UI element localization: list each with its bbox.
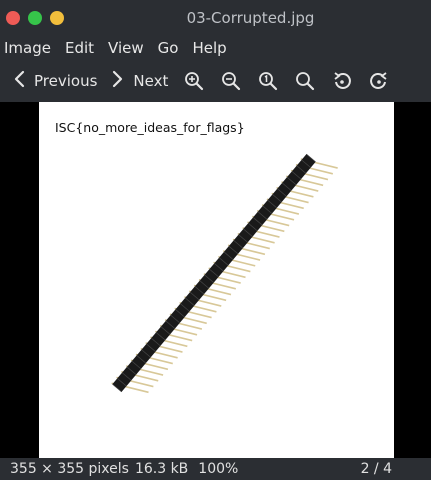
pin-header-picture xyxy=(111,153,338,394)
rotate-left-icon[interactable] xyxy=(330,69,354,93)
title-bar: 03-Corrupted.jpg xyxy=(0,0,431,36)
menu-edit[interactable]: Edit xyxy=(61,39,100,57)
displayed-image: ISC{no_more_ideas_for_flags} xyxy=(39,102,394,458)
zoom-fit-icon[interactable] xyxy=(293,69,317,93)
menu-view[interactable]: View xyxy=(104,39,150,57)
image-position: 2 / 4 xyxy=(360,461,392,477)
window-title: 03-Corrupted.jpg xyxy=(186,9,315,27)
zoom-level: 100% xyxy=(198,461,239,477)
menu-help[interactable]: Help xyxy=(188,39,232,57)
toolbar: Previous Next xyxy=(0,60,431,102)
zoom-in-icon[interactable] xyxy=(182,69,206,93)
previous-button[interactable]: Previous xyxy=(12,66,97,96)
image-viewer-window: 03-Corrupted.jpg Image Edit View Go Help… xyxy=(0,0,431,480)
chevron-right-icon xyxy=(111,69,125,93)
file-size: 16.3 kB xyxy=(134,461,189,477)
menu-bar: Image Edit View Go Help xyxy=(0,36,431,60)
zoom-out-icon[interactable] xyxy=(219,69,243,93)
status-bar: 355 × 355 pixels 16.3 kB 100% 2 / 4 xyxy=(0,458,431,480)
zoom-1to1-icon[interactable] xyxy=(256,69,280,93)
previous-label: Previous xyxy=(34,72,98,90)
rotate-right-icon[interactable] xyxy=(367,69,391,93)
menu-go[interactable]: Go xyxy=(154,39,185,57)
next-label: Next xyxy=(133,72,169,90)
image-dimensions: 355 × 355 pixels xyxy=(10,461,129,477)
menu-image[interactable]: Image xyxy=(0,39,57,57)
next-button[interactable]: Next xyxy=(111,66,168,96)
image-canvas[interactable]: ISC{no_more_ideas_for_flags} xyxy=(0,102,431,458)
chevron-left-icon xyxy=(12,69,26,93)
